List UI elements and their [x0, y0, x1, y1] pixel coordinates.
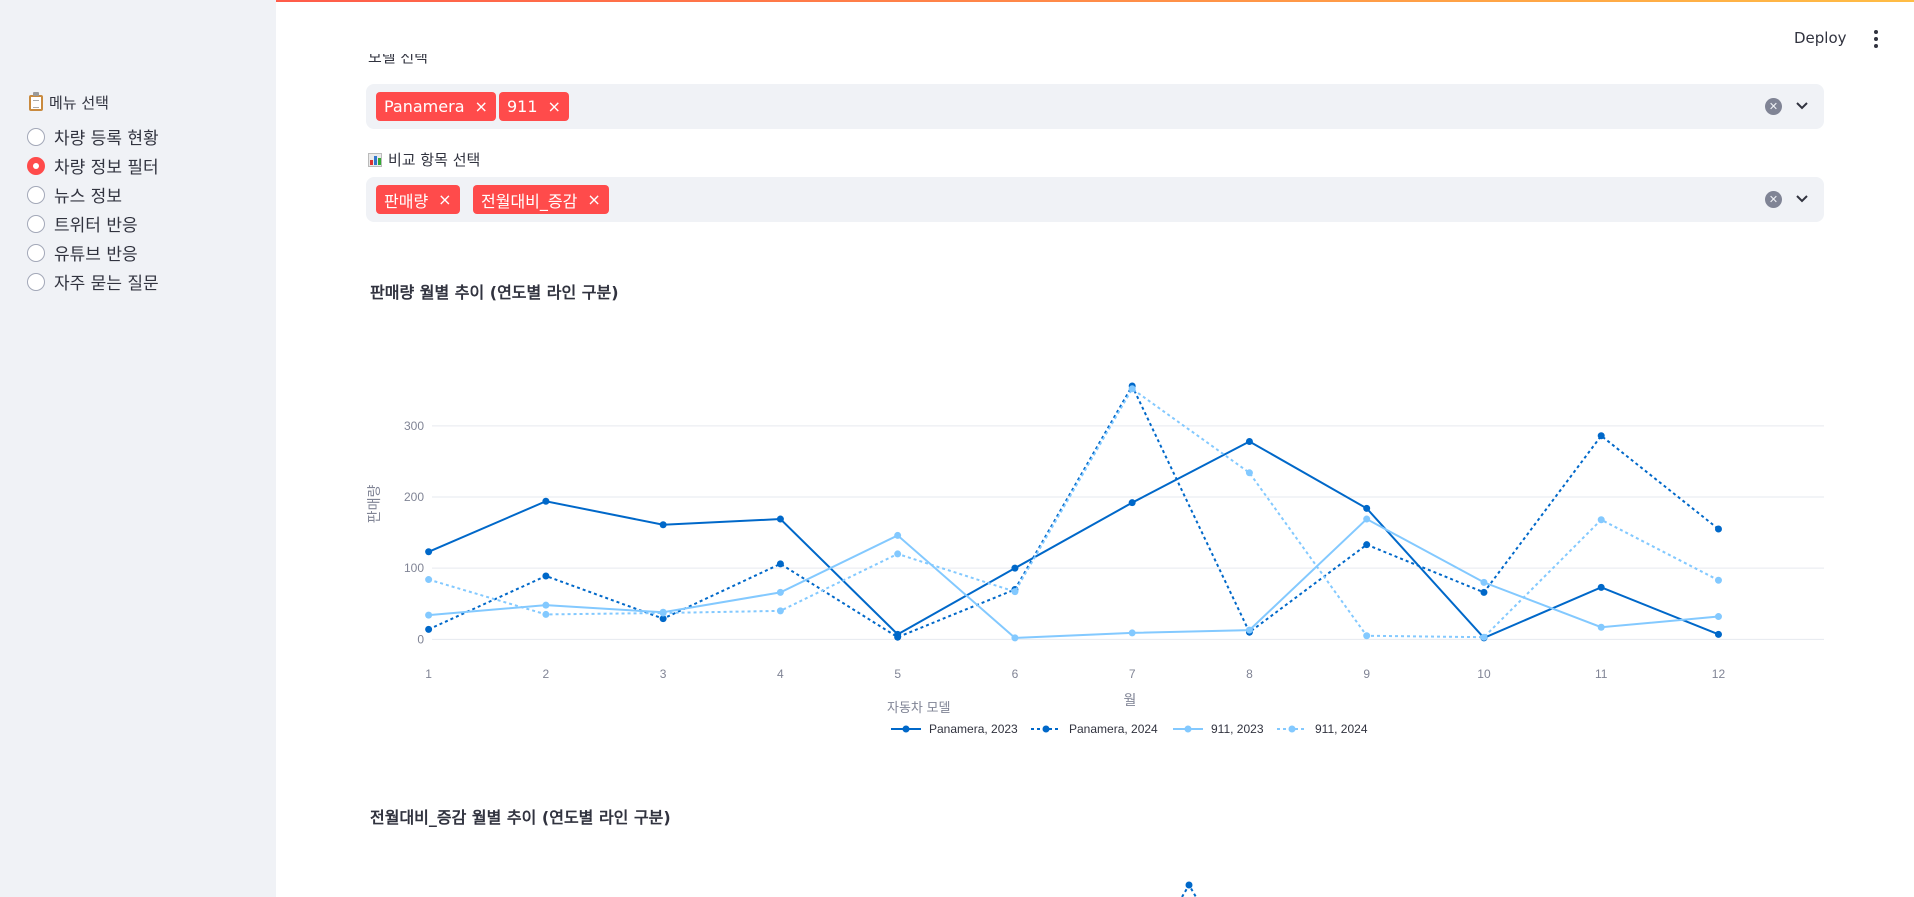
x-tick-label: 8 — [1246, 667, 1253, 681]
data-point — [1363, 632, 1371, 640]
data-point — [425, 548, 433, 556]
series-line — [428, 440, 1719, 640]
data-point — [659, 609, 667, 617]
x-tick-label: 10 — [1477, 667, 1491, 681]
legend-title: 자동차 모델 — [887, 700, 950, 715]
data-point — [1011, 634, 1019, 642]
y-axis-title: 판매량 — [366, 485, 382, 524]
data-point — [1714, 525, 1722, 533]
data-point — [659, 521, 667, 529]
data-point — [1480, 578, 1488, 586]
data-point — [1714, 630, 1722, 638]
data-point — [1714, 576, 1722, 584]
y-tick-label: 200 — [404, 490, 424, 504]
legend-swatch-point — [902, 725, 910, 733]
data-point — [425, 611, 433, 619]
legend-item-label: Panamera, 2024 — [1069, 722, 1158, 736]
legend-item-label: Panamera, 2023 — [929, 722, 1018, 736]
y-tick-label: 100 — [404, 561, 424, 575]
data-point — [1011, 564, 1019, 572]
data-point — [1128, 629, 1136, 637]
data-point — [425, 625, 433, 633]
data-point — [1363, 541, 1371, 549]
x-tick-label: 12 — [1712, 667, 1726, 681]
data-point — [894, 531, 902, 539]
y-tick-label: 0 — [417, 632, 424, 646]
x-tick-label: 5 — [894, 667, 901, 681]
y-tick-label: 300 — [404, 419, 424, 433]
x-tick-label: 7 — [1129, 667, 1136, 681]
data-point — [542, 497, 550, 505]
data-point — [1714, 613, 1722, 621]
data-point — [542, 572, 550, 580]
data-point — [1480, 633, 1488, 641]
data-point — [1363, 515, 1371, 523]
data-point — [1597, 623, 1605, 631]
x-axis-title: 월 — [1124, 692, 1137, 708]
data-point — [425, 576, 433, 584]
data-point — [1363, 504, 1371, 512]
series-line — [428, 383, 1720, 639]
x-tick-label: 2 — [543, 667, 550, 681]
data-point — [1597, 583, 1605, 591]
data-point — [1011, 588, 1019, 596]
data-point — [542, 601, 550, 609]
data-point — [1245, 626, 1253, 634]
data-point — [776, 515, 784, 523]
legend-item-label: 911, 2023 — [1211, 722, 1264, 736]
legend-item-label: 911, 2024 — [1315, 722, 1368, 736]
data-point — [1245, 437, 1253, 445]
x-tick-label: 6 — [1012, 667, 1019, 681]
data-point — [542, 610, 550, 618]
x-tick-label: 4 — [777, 667, 784, 681]
x-tick-label: 1 — [425, 667, 432, 681]
data-point — [1245, 469, 1253, 477]
data-point — [776, 560, 784, 568]
data-point — [1597, 432, 1605, 440]
series-line — [1181, 883, 1197, 897]
data-point — [1128, 499, 1136, 507]
data-point — [1480, 588, 1488, 596]
legend-swatch-point — [1288, 725, 1296, 733]
data-point — [894, 550, 902, 558]
sales-line-chart: 01002003001 2 3 4 5 6 7 8 9 10 11 12월판매량자동차 모델Panam… — [366, 382, 1824, 897]
data-point — [1597, 516, 1605, 524]
data-point — [776, 607, 784, 615]
data-point — [894, 633, 902, 641]
x-tick-label: 9 — [1363, 667, 1370, 681]
legend-swatch-point — [1184, 725, 1192, 733]
legend-swatch-point — [1042, 725, 1050, 733]
x-tick-label: 3 — [660, 667, 667, 681]
x-tick-label: 11 — [1595, 667, 1608, 681]
data-point — [776, 588, 784, 596]
data-point — [1128, 385, 1136, 393]
